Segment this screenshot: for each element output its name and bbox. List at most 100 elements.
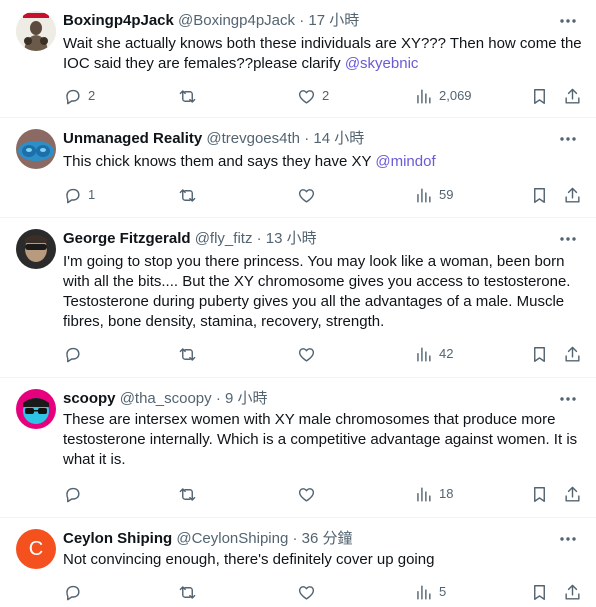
separator-dot: · (292, 530, 298, 547)
avatar[interactable] (16, 11, 56, 51)
separator-dot: · (256, 230, 262, 247)
timestamp[interactable]: 14 小時 (313, 130, 364, 147)
bookmark-icon (534, 486, 545, 502)
tweet-body: Not convincing enough, there's definitel… (63, 551, 435, 568)
timestamp[interactable]: 9 小時 (225, 390, 268, 407)
bookmark-icon (534, 346, 545, 362)
display-name[interactable]: Boxingp4pJack (63, 12, 174, 29)
timestamp[interactable]: 13 小時 (266, 230, 317, 247)
bookmark-button[interactable] (530, 84, 549, 108)
bookmark-button[interactable] (530, 342, 549, 366)
reply-icon (66, 188, 80, 203)
like-button[interactable] (297, 580, 316, 604)
like-button[interactable]: 2 (297, 84, 329, 108)
views-count: 59 (439, 187, 454, 202)
more-icon[interactable] (554, 227, 582, 251)
retweet-icon (179, 89, 196, 103)
avatar[interactable] (16, 229, 56, 269)
like-icon (298, 585, 315, 600)
tweet-actions: 42 (0, 342, 596, 366)
display-name[interactable]: George Fitzgerald (63, 230, 191, 247)
avatar[interactable] (16, 129, 56, 169)
share-icon (565, 187, 580, 203)
tweet[interactable]: Unmanaged Reality @trevgoes4th · 14 小時 T… (0, 118, 596, 218)
share-button[interactable] (563, 342, 582, 366)
tweet[interactable]: Boxingp4pJack @Boxingp4pJack · 17 小時 Wai… (0, 0, 596, 118)
share-button[interactable] (563, 183, 582, 207)
retweet-button[interactable] (178, 342, 197, 366)
like-button[interactable] (297, 482, 316, 506)
like-icon (298, 188, 315, 203)
reply-button[interactable]: 1 (63, 183, 95, 207)
like-button[interactable] (297, 183, 316, 207)
tweet[interactable]: C Ceylon Shiping @CeylonShiping · 36 分鐘 … (0, 518, 596, 607)
views-button[interactable]: 59 (414, 183, 453, 207)
user-handle[interactable]: @CeylonShiping (176, 530, 288, 547)
share-icon (565, 346, 580, 362)
like-icon (298, 89, 315, 104)
like-button[interactable] (297, 342, 316, 366)
separator-dot: · (299, 12, 305, 29)
bookmark-button[interactable] (530, 482, 549, 506)
user-handle[interactable]: @tha_scoopy (120, 390, 212, 407)
more-icon[interactable] (554, 127, 582, 151)
tweet-header: George Fitzgerald @fly_fitz · 13 小時 (63, 229, 546, 249)
bookmark-button[interactable] (530, 580, 549, 604)
reply-count: 2 (88, 88, 96, 103)
views-icon (417, 187, 431, 203)
user-handle[interactable]: @trevgoes4th (206, 130, 300, 147)
retweet-icon (179, 347, 196, 361)
user-handle[interactable]: @fly_fitz (195, 230, 253, 247)
user-handle[interactable]: @Boxingp4pJack (178, 12, 295, 29)
separator-dot: · (215, 390, 221, 407)
share-button[interactable] (563, 84, 582, 108)
more-icon[interactable] (554, 527, 582, 551)
views-button[interactable]: 18 (414, 482, 453, 506)
retweet-button[interactable] (178, 580, 197, 604)
tweet[interactable]: scoopy @tha_scoopy · 9 小時 These are inte… (0, 378, 596, 518)
reply-button[interactable] (63, 342, 82, 366)
more-icon[interactable] (554, 9, 582, 33)
views-count: 18 (439, 486, 454, 501)
retweet-button[interactable] (178, 183, 197, 207)
share-icon (565, 486, 580, 502)
views-button[interactable]: 42 (414, 342, 453, 366)
views-icon (417, 346, 431, 362)
share-button[interactable] (563, 580, 582, 604)
tweet-text: Not convincing enough, there's definitel… (63, 550, 584, 570)
views-button[interactable]: 2,069 (414, 84, 472, 108)
reply-button[interactable]: 2 (63, 84, 95, 108)
bookmark-icon (534, 187, 545, 203)
share-button[interactable] (563, 482, 582, 506)
display-name[interactable]: scoopy (63, 390, 116, 407)
tweet[interactable]: George Fitzgerald @fly_fitz · 13 小時 I'm … (0, 218, 596, 378)
bookmark-button[interactable] (530, 183, 549, 207)
tweet-header: Ceylon Shiping @CeylonShiping · 36 分鐘 (63, 529, 546, 549)
reply-icon (66, 487, 80, 502)
timestamp[interactable]: 36 分鐘 (302, 530, 353, 547)
mention-link[interactable]: @skyebnic (345, 55, 419, 72)
more-icon[interactable] (554, 387, 582, 411)
views-icon (417, 584, 431, 600)
tweet-body: Wait she actually knows both these indiv… (63, 35, 582, 72)
tweet-header: scoopy @tha_scoopy · 9 小時 (63, 389, 546, 409)
tweet-text: I'm going to stop you there princess. Yo… (63, 252, 584, 332)
avatar-letter: C (28, 538, 44, 560)
views-icon (417, 88, 431, 104)
mention-link[interactable]: @mindof (375, 153, 435, 170)
display-name[interactable]: Ceylon Shiping (63, 530, 172, 547)
avatar[interactable] (16, 389, 56, 429)
retweet-button[interactable] (178, 482, 197, 506)
views-button[interactable]: 5 (414, 580, 446, 604)
retweet-button[interactable] (178, 84, 203, 108)
reply-button[interactable] (63, 482, 82, 506)
retweet-icon (179, 585, 196, 599)
reply-button[interactable] (63, 580, 82, 604)
display-name[interactable]: Unmanaged Reality (63, 130, 202, 147)
tweet-text: These are intersex women with XY male ch… (63, 410, 584, 470)
avatar[interactable]: C (16, 529, 56, 569)
share-icon (565, 88, 580, 104)
reply-icon (66, 347, 80, 362)
views-icon (417, 486, 431, 502)
timestamp[interactable]: 17 小時 (308, 12, 359, 29)
